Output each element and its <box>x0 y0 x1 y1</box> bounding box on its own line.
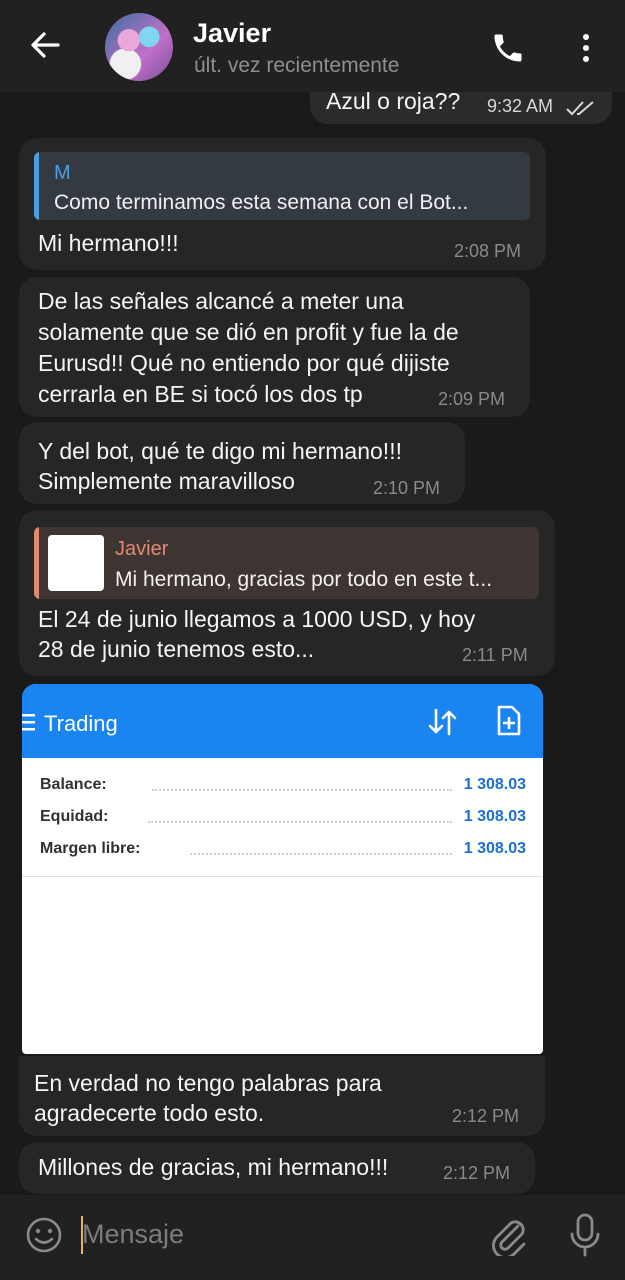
emoji-icon[interactable] <box>25 1216 63 1254</box>
add-document-icon <box>497 705 521 736</box>
menu-icon <box>22 714 35 731</box>
message-time: 2:12 PM <box>443 1163 511 1183</box>
balance-value: 1 308.03 <box>463 776 526 793</box>
trading-screenshot-image[interactable]: Trading Balance: 1 308.03 Equidad: 1 308… <box>22 684 543 1054</box>
more-options-icon[interactable] <box>575 30 597 66</box>
message-text-line: cerrarla en BE si tocó los dos tp <box>38 381 363 407</box>
trading-app-bar: Trading <box>22 684 543 758</box>
message-text-line: En verdad no tengo palabras para <box>34 1070 382 1096</box>
contact-status: últ. vez recientemente <box>194 54 400 77</box>
free-margin-value: 1 308.03 <box>463 840 526 857</box>
message-text-line: Y del bot, qué te digo mi hermano!!! <box>38 438 402 464</box>
message-time: 2:09 PM <box>438 389 506 409</box>
message-text-line: 28 de junio tenemos esto... <box>38 636 315 662</box>
equity-label: Equidad: <box>40 808 109 825</box>
message-text-line: Simplemente maravilloso <box>38 468 295 494</box>
message-text-line: solamente que se dió en profit y fue la … <box>38 319 459 345</box>
message-text-line: Eurusd!! Qué no entiendo por qué dijiste <box>38 350 450 376</box>
trading-title: Trading <box>44 711 118 736</box>
attach-icon[interactable] <box>488 1214 528 1256</box>
reply-author: Javier <box>115 538 169 560</box>
message-text: Millones de gracias, mi hermano!!! <box>38 1154 389 1180</box>
avatar[interactable] <box>105 13 173 81</box>
contact-name[interactable]: Javier <box>193 18 271 49</box>
free-margin-row: Margen libre: 1 308.03 <box>40 840 526 864</box>
message-time: 2:12 PM <box>452 1106 520 1126</box>
balance-row: Balance: 1 308.03 <box>40 776 526 800</box>
message-text: Mi hermano!!! <box>38 230 179 256</box>
divider <box>22 876 543 877</box>
equity-value: 1 308.03 <box>463 808 526 825</box>
balance-label: Balance: <box>40 776 107 793</box>
reply-thumbnail <box>48 535 104 591</box>
message-time: 2:11 PM <box>462 645 528 665</box>
message-text-line: El 24 de junio llegamos a 1000 USD, y ho… <box>38 606 476 632</box>
double-check-icon <box>566 101 594 116</box>
message-input[interactable]: Mensaje <box>82 1219 184 1250</box>
reply-text: Mi hermano, gracias por todo en este t..… <box>115 568 493 591</box>
message-time: 2:08 PM <box>454 241 522 261</box>
chat-header: Javier últ. vez recientemente <box>0 0 625 92</box>
free-margin-label: Margen libre: <box>40 840 141 857</box>
back-arrow-icon[interactable] <box>28 28 62 62</box>
message-time: 2:10 PM <box>373 478 441 498</box>
message-text-line: De las señales alcancé a meter una <box>38 288 404 314</box>
message-text-line: agradecerte todo esto. <box>34 1100 265 1126</box>
sort-icon <box>428 708 457 736</box>
reply-text: Como terminamos esta semana con el Bot..… <box>54 191 469 214</box>
equity-row: Equidad: 1 308.03 <box>40 808 526 832</box>
reply-author: M <box>54 162 71 184</box>
phone-icon[interactable] <box>490 30 526 66</box>
message-time: 9:32 AM <box>487 96 554 116</box>
microphone-icon[interactable] <box>568 1212 602 1258</box>
